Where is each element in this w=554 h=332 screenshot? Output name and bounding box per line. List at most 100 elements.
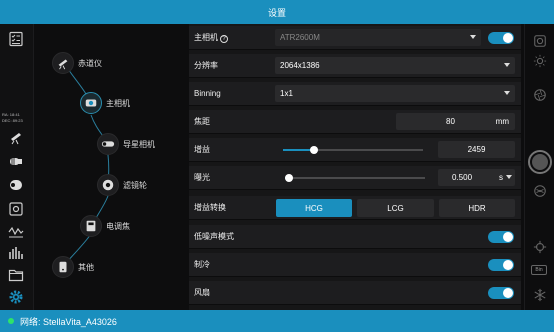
guide-camera-icon [101, 141, 115, 147]
focal-input[interactable]: 80 mm [396, 113, 515, 130]
line-graph-icon [8, 226, 24, 238]
exposure-slider[interactable] [285, 174, 425, 182]
resolution-value: 2064x1386 [280, 61, 320, 70]
brightness-button[interactable] [531, 52, 549, 70]
window-title: 设置 [267, 7, 286, 18]
title-bar: 设置 [0, 0, 554, 24]
telescope-button[interactable] [6, 128, 26, 146]
filter-wheel-icon [102, 179, 114, 191]
folder-icon [8, 269, 24, 282]
chevron-down-icon [504, 91, 510, 95]
row-focal-length: 焦距 80 mm [189, 110, 521, 134]
node-circle [97, 174, 119, 196]
gear-icon [9, 290, 23, 304]
app-window: 设置 RA: 18:41 DEC: 89:23 赤道仪 主相机 导星相机 滤镜轮… [0, 0, 554, 332]
other-device-icon [59, 261, 67, 273]
right-toolbar: Bin [524, 24, 554, 310]
main-camera-label: 主相机? [194, 32, 228, 43]
crosshair-icon [533, 240, 547, 254]
gain-slider[interactable] [283, 146, 423, 154]
row-cooling: 制冷 [189, 253, 521, 277]
low-noise-toggle[interactable] [488, 231, 514, 243]
camera-icon [85, 99, 97, 107]
resolution-select[interactable]: 2064x1386 [275, 57, 515, 74]
row-gain: 增益 2459 [189, 138, 521, 162]
device-tree: 赤道仪 主相机 导星相机 滤镜轮 电调焦 其他 [34, 24, 189, 310]
tree-node-focuser[interactable]: 电调焦 [80, 215, 130, 237]
left-toolbar: RA: 18:41 DEC: 89:23 [0, 24, 34, 310]
row-gain-mode: 增益转换 HCG LCG HDR [189, 196, 521, 220]
main-camera-toggle[interactable] [488, 32, 514, 44]
telescope-icon [58, 59, 68, 70]
tree-node-guide-camera[interactable]: 导星相机 [97, 133, 155, 155]
guide-camera-button[interactable] [6, 176, 26, 194]
focuser-icon [86, 220, 96, 232]
stack-button[interactable] [531, 182, 549, 200]
node-label: 赤道仪 [78, 58, 102, 68]
gain-mode-lcg-button[interactable]: LCG [357, 199, 434, 217]
live-view-button[interactable] [531, 86, 549, 104]
status-bar: 网络: StellaVita_A43026 [0, 310, 554, 332]
crosshair-button[interactable] [531, 238, 549, 256]
tree-node-filter-wheel[interactable]: 滤镜轮 [97, 174, 147, 196]
row-binning: Binning 1x1 [189, 82, 521, 106]
aperture-icon [534, 89, 546, 101]
exposure-unit: s [499, 173, 503, 182]
gain-value: 2459 [467, 145, 486, 154]
gain-mode-hdr-button[interactable]: HDR [439, 199, 515, 217]
gain-mode-hcg-label: HCG [305, 203, 323, 213]
sun-icon [533, 54, 547, 68]
tree-node-equatorial[interactable]: 赤道仪 [52, 52, 102, 74]
folder-button[interactable] [6, 266, 26, 284]
bin-badge[interactable]: Bin [531, 265, 547, 275]
focal-unit: mm [495, 117, 509, 126]
telescope-icon [11, 133, 21, 145]
row-main-camera: 主相机? ATR2600M [189, 26, 521, 50]
settings-button[interactable] [6, 288, 26, 306]
tree-node-main-camera[interactable]: 主相机 [80, 92, 130, 114]
binning-select[interactable]: 1x1 [275, 85, 515, 102]
low-noise-label: 低噪声模式 [194, 232, 234, 241]
gain-mode-hdr-label: HDR [468, 203, 486, 213]
row-low-noise: 低噪声模式 [189, 225, 521, 249]
stack-icon [534, 185, 546, 197]
histogram-button[interactable] [6, 244, 26, 262]
focal-label: 焦距 [194, 117, 210, 126]
node-circle [52, 256, 74, 278]
cooling-toggle[interactable] [488, 259, 514, 271]
shutter-button[interactable] [528, 150, 552, 174]
node-label: 其他 [78, 262, 94, 272]
main-camera-select[interactable]: ATR2600M [275, 29, 481, 46]
exposure-slider-thumb[interactable] [285, 174, 293, 182]
gain-mode-label: 增益转换 [194, 203, 226, 212]
exposure-input[interactable]: 0.500 s [438, 169, 515, 186]
gain-mode-hcg-button[interactable]: HCG [276, 199, 352, 217]
capture-mode-button[interactable] [531, 32, 549, 50]
fan-label: 风扇 [194, 288, 210, 297]
cooling-mode-button[interactable] [531, 286, 549, 304]
node-label: 导星相机 [123, 139, 155, 149]
coordinates-readout: RA: 18:41 DEC: 89:23 [2, 112, 32, 124]
shutter-inner [532, 154, 548, 170]
checklist-button[interactable] [6, 30, 26, 48]
gain-slider-thumb[interactable] [310, 146, 318, 154]
help-icon[interactable]: ? [220, 35, 228, 43]
tree-node-other[interactable]: 其他 [52, 256, 94, 278]
focal-value: 80 [446, 117, 455, 126]
binning-value: 1x1 [280, 89, 293, 98]
fan-toggle[interactable] [488, 287, 514, 299]
guiding-graph-button[interactable] [6, 222, 26, 240]
node-label: 电调焦 [106, 221, 130, 231]
binning-label: Binning [194, 89, 221, 98]
row-resolution: 分辨率 2064x1386 [189, 54, 521, 78]
node-circle [52, 52, 74, 74]
gain-input[interactable]: 2459 [438, 141, 515, 158]
camera-button[interactable] [6, 152, 26, 170]
gain-label: 增益 [194, 145, 210, 154]
capture-mode-icon [534, 35, 546, 47]
focus-frame-button[interactable] [6, 200, 26, 218]
bin-badge-label: Bin [535, 267, 543, 273]
resolution-label: 分辨率 [194, 61, 218, 70]
focus-frame-icon [9, 202, 23, 216]
cooling-label: 制冷 [194, 260, 210, 269]
